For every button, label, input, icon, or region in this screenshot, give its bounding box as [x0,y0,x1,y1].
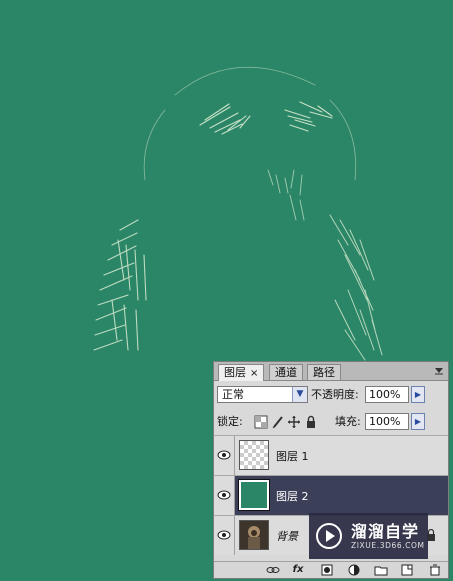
tab-layers[interactable]: 图层 × [218,364,265,381]
blend-row: 正常 ▼ 不透明度: 100% ▶ [214,386,448,403]
blend-mode-select[interactable]: 正常 ▼ [217,386,308,403]
layer-row-1[interactable]: 图层 1 [214,435,448,475]
fill-value: 100% [369,415,401,428]
panel-menu-icon[interactable] [433,365,445,377]
opacity-label: 不透明度: [311,388,359,401]
fill-input[interactable]: 100% [365,413,409,430]
opacity-value: 100% [369,388,401,401]
tab-paths-label: 路径 [313,366,335,379]
trash-icon[interactable] [428,564,442,576]
watermark-brand: 溜溜自学 [351,522,420,541]
fx-icon[interactable]: fx [291,564,305,576]
tab-paths[interactable]: 路径 [307,364,341,380]
visibility-toggle[interactable] [214,516,235,555]
tab-close-icon[interactable]: × [250,368,258,379]
tab-layers-label: 图层 [224,366,246,379]
blend-mode-value: 正常 [222,388,244,401]
adjustment-icon[interactable] [347,564,361,576]
tab-channels[interactable]: 通道 [269,364,303,380]
mask-icon[interactable] [320,564,334,576]
play-logo-icon [316,523,342,549]
chevron-down-icon[interactable]: ▼ [292,387,307,402]
eye-icon[interactable] [217,530,231,540]
layer-thumbnail[interactable] [238,479,270,511]
fill-slider-button[interactable]: ▶ [411,413,425,430]
panel-tab-bar: 图层 × 通道 路径 [214,362,448,381]
watermark-url: ZIXUE.3D66.COM [351,541,425,550]
eye-icon[interactable] [217,450,231,460]
monkey-thumbnail-icon [240,521,268,549]
fill-label: 填充: [335,415,361,428]
lock-pixels-icon[interactable] [271,415,285,429]
watermark-logo: 溜溜自学 ZIXUE.3D66.COM [309,513,428,559]
lock-all-icon[interactable] [304,415,318,429]
visibility-toggle[interactable] [214,436,235,475]
layer-thumbnail[interactable] [239,440,269,470]
lock-row: 锁定: 填充: 100% ▶ [214,413,448,430]
opacity-slider-button[interactable]: ▶ [411,386,425,403]
lock-label: 锁定: [217,415,243,428]
layer-thumbnail[interactable] [239,520,269,550]
lock-position-icon[interactable] [287,415,301,429]
layer-name[interactable]: 背景 [276,528,298,544]
new-layer-icon[interactable] [400,564,414,576]
layer-name[interactable]: 图层 2 [276,488,309,504]
opacity-input[interactable]: 100% [365,386,409,403]
panel-bottom-toolbar: fx [214,561,448,578]
folder-icon[interactable] [374,564,388,576]
visibility-toggle[interactable] [214,476,235,515]
link-icon[interactable] [266,564,280,576]
eye-icon[interactable] [217,490,231,500]
lock-transparency-icon[interactable] [254,415,268,429]
tab-channels-label: 通道 [275,366,297,379]
layer-name[interactable]: 图层 1 [276,448,309,464]
layer-row-2[interactable]: 图层 2 [214,475,448,515]
